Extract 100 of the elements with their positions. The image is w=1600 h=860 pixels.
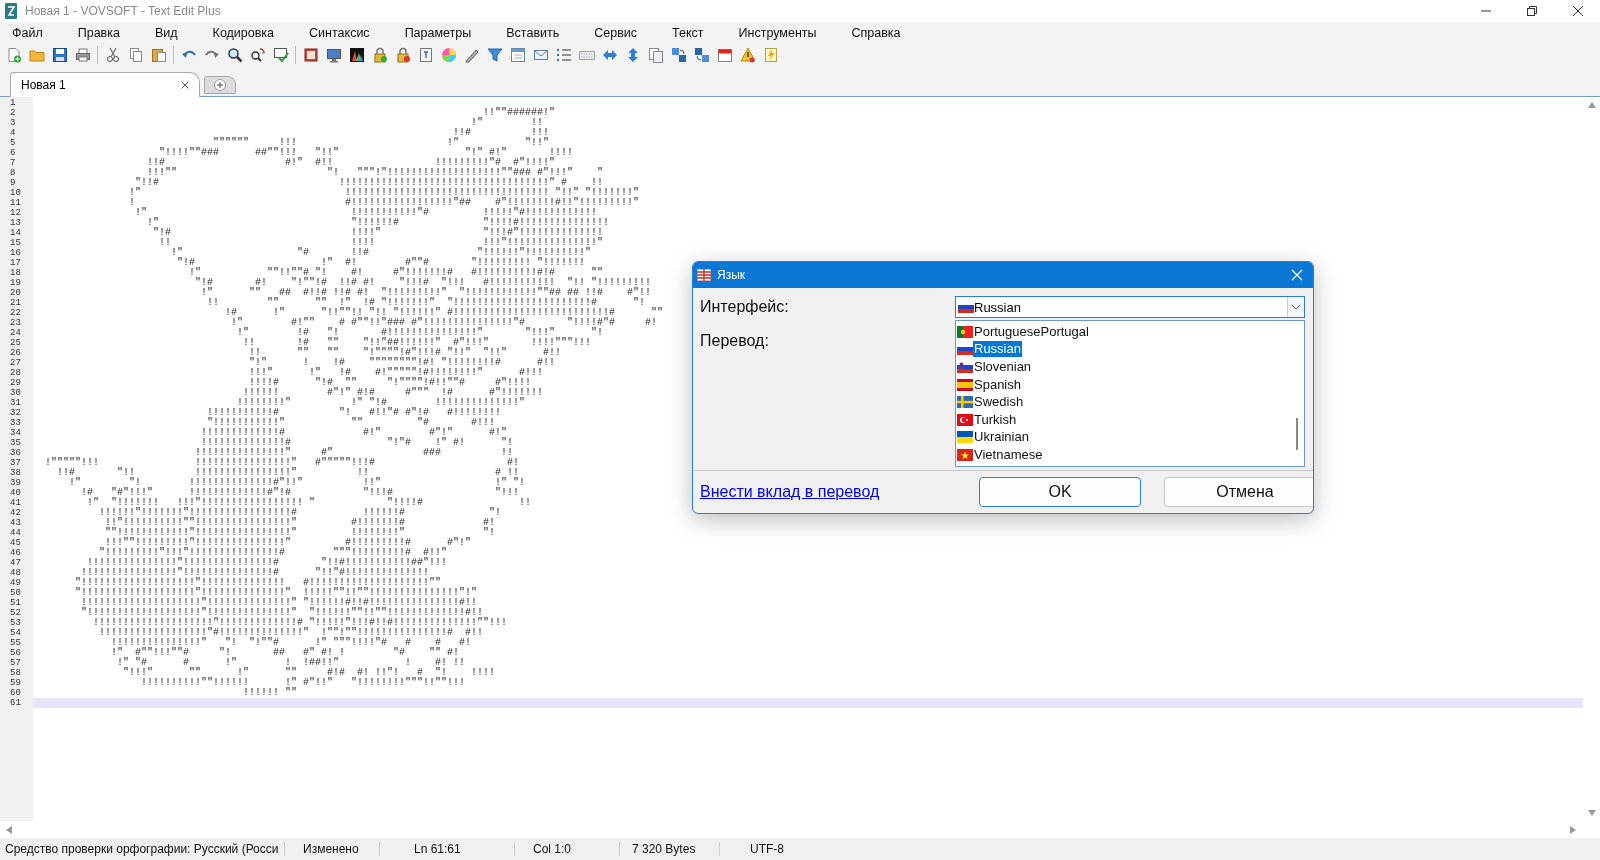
ok-button[interactable]: OK [979,477,1141,507]
close-icon[interactable] [1572,5,1584,17]
close-icon[interactable] [181,81,189,89]
line-number: 11 [9,198,22,208]
caret-icon[interactable] [1291,304,1301,310]
up-arrow-icon[interactable] [1587,102,1596,108]
monitor-icon[interactable] [325,47,342,63]
scrollbar-thumb[interactable] [1296,418,1298,450]
language-option[interactable]: PortuguesePortugal [973,323,1090,340]
line-number: 54 [9,628,22,638]
language-option[interactable]: Swedish [973,394,1025,411]
line-number: 49 [9,578,22,588]
flag-icon [957,325,973,338]
paste-icon[interactable] [150,47,167,63]
dialog-title: Язык [717,268,746,282]
new-file-icon[interactable] [5,47,22,63]
documents-icon[interactable] [647,47,664,63]
pen-icon[interactable] [463,47,480,63]
status-text: Ln 61:61 [380,842,515,856]
folder-icon[interactable] [28,47,45,63]
window-icon[interactable] [509,47,526,63]
menu-item[interactable]: Параметры [404,26,472,40]
line-number: 60 [9,688,22,698]
flag-icon [957,361,973,373]
calendar-icon[interactable] [716,47,733,63]
left-arrow-icon[interactable] [6,825,12,834]
text-line: !!# #!" #!! !!!!!!!!!"# #"!!!!" [146,158,556,168]
document-icon[interactable] [417,47,434,63]
line-number: 31 [9,398,22,408]
right-arrow-icon[interactable] [1570,825,1576,834]
contribute-link[interactable]: Внести вклад в перевод [700,483,956,501]
text-line: !!!!# "!# "" "!""""!#!!""# #"!!!! [248,378,532,388]
cancel-button[interactable]: Отмена [1164,477,1313,507]
menu-item[interactable]: Кодировка [212,26,275,40]
menu-item[interactable]: Синтаксис [309,26,370,40]
document-tab[interactable]: Новая 1 [10,72,200,97]
new-tab-button[interactable] [204,76,236,94]
menu-item[interactable]: Текст [672,26,704,40]
lock-icon[interactable] [371,47,388,63]
language-option[interactable]: Slovenian [973,359,1033,375]
flag-icon [957,378,973,391]
copy-icon[interactable] [127,47,144,63]
horizontal-arrows-icon[interactable] [601,47,618,63]
line-number: 53 [9,618,22,628]
line-number: 14 [9,228,22,238]
list-icon[interactable] [555,47,572,63]
line-number: 39 [9,478,22,488]
spellcheck-icon[interactable] [272,47,289,63]
language-option[interactable]: Turkish [973,411,1018,428]
menu-item[interactable]: Инструменты [738,26,817,40]
text-line: "!# !" #! #""# "!!!!!!!!! "!!!!!!! [176,258,586,268]
color-wheel-icon[interactable] [440,47,457,63]
language-option[interactable]: Vietnamese [973,446,1044,463]
chart-icon[interactable] [348,47,365,63]
language-option[interactable]: Spanish [973,376,1022,393]
window-title: Новая 1 - VOVSOFT - Text Edit Plus [25,4,221,18]
lightning-icon[interactable] [762,47,779,63]
text-line: !!!"" "! """!"!!!!!!!!!!!!!!!!!!!""### #"!!!" " [147,168,604,178]
text-line: "!" ! !# """"""""!#! "!!!!!!!!# #!! [248,358,556,368]
status-text: UTF-8 [749,842,785,856]
scissors-icon[interactable] [104,47,121,63]
filter-icon[interactable] [486,47,503,63]
text-line: "!!!!""### ##""!!! "!!" "!" #!" !!!! [158,148,574,158]
line-number: 46 [9,548,22,558]
language-option[interactable]: Russian [973,341,1022,358]
restore-icon[interactable] [1526,5,1538,17]
translate-icon[interactable] [670,47,687,63]
text-line: !" "# !!# "!!!!!!"!!!!!!!!!!" [170,248,592,258]
envelope-icon[interactable] [532,47,549,63]
menu-item[interactable]: Вставить [506,26,560,40]
printer-icon[interactable] [74,47,91,63]
search-icon[interactable] [226,47,243,63]
text-line: !" "" ## #!!# !!# #! "!!!!!!!!!" "!!!!!!!!!!!!""## ## !!# #"!! [200,288,652,298]
flag-icon [697,269,711,281]
line-number: 52 [9,608,22,618]
line-number: 48 [9,568,22,578]
lock-icon[interactable] [394,47,411,63]
text-line: "!!!!!!!!!"!!!"!!!!!!!!!!!!!!!# """!!!!!!!!!# #!!" [99,548,448,558]
language-dropdown[interactable]: Russian [955,296,1305,318]
warning-icon[interactable] [739,47,756,63]
menu-item[interactable]: Сервис [594,26,638,40]
line-number: 6 [9,148,17,158]
menu-item[interactable]: Вид [154,26,178,40]
book-icon[interactable] [302,47,319,63]
text-line: !!!!!!!!!!!!!!!"!!!!!!!!!!!!!!!# "!!#!!!!!!!!!!!##"!!! [87,558,448,568]
menu-item[interactable]: Справка [851,26,901,40]
line-number: 17 [9,258,22,268]
language-option[interactable]: Ukrainian [973,429,1030,446]
translate-icon[interactable] [693,47,710,63]
save-icon[interactable] [51,47,68,63]
text-line: !! "" "" "!""""!#"!!!# "!!" "!!" #!! [248,348,562,358]
menu-item[interactable]: Правка [77,26,120,40]
line-number: 58 [9,668,22,678]
replace-icon[interactable] [249,47,266,63]
flag-icon [957,396,973,409]
down-arrow-icon[interactable] [1587,810,1596,816]
menu-item[interactable]: Файл [12,26,43,40]
flag-icon [957,448,973,461]
status-text: 7 320 Bytes [620,842,720,856]
field-label: Перевод: [700,332,770,350]
